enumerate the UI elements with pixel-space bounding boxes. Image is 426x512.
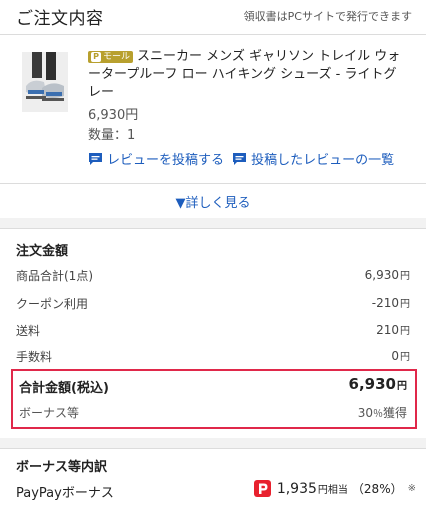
post-review-link[interactable]: レビューを投稿する — [88, 149, 224, 168]
receipt-note: 領収書はPCサイトで発行できます — [243, 10, 412, 23]
section-gap-2 — [0, 438, 426, 448]
shipping-value: 210円 — [376, 323, 410, 337]
total-value: 6,930円 — [348, 375, 407, 393]
paypay-bonus-amount: 1,935 円相当 （28%） ※ — [253, 480, 416, 497]
paypay-percent: （28%） — [351, 482, 403, 496]
paypay-bonus-label: PayPayボーナス — [16, 486, 114, 501]
product-name-block[interactable]: P モール スニーカー メンズ ギャリソン トレイル ウォータープルーフ ロー ハイ… — [88, 48, 408, 102]
mall-badge-label: モール — [103, 52, 131, 62]
product-divider — [0, 183, 426, 184]
page-title: ご注文内容 — [16, 9, 104, 29]
paypay-logo-icon — [253, 480, 271, 497]
order-header: ご注文内容 領収書はPCサイトで発行できます — [0, 0, 426, 34]
product-price: 6,930円 — [88, 108, 139, 123]
total-label: 合計金額(税込) — [19, 381, 109, 396]
mall-badge: P モール — [88, 51, 134, 63]
review-links: レビューを投稿する 投稿したレビューの一覧 — [88, 149, 394, 170]
fee-value: 0円 — [391, 349, 410, 363]
p-mark-icon: P — [91, 52, 101, 62]
post-review-label: レビューを投稿する — [107, 153, 225, 168]
bonus-label: ボーナス等 — [19, 406, 80, 420]
order-amount-heading: 注文金額 — [16, 244, 69, 259]
show-details-toggle[interactable]: ▼詳しく見る — [0, 192, 426, 211]
product-quantity: 数量：1 — [88, 128, 136, 143]
fee-label: 手数料 — [16, 350, 53, 364]
subtotal-label: 商品合計(1点) — [16, 269, 93, 283]
total-highlight-box: 合計金額(税込) 6,930円 ボーナス等 30％獲得 — [11, 369, 417, 429]
paypay-amount: 1,935 — [276, 480, 317, 497]
posted-reviews-label: 投稿したレビューの一覧 — [251, 153, 395, 168]
section-divider-2 — [0, 448, 426, 449]
section-divider — [0, 228, 426, 229]
posted-reviews-link[interactable]: 投稿したレビューの一覧 — [232, 149, 394, 168]
bonus-value: 30％獲得 — [357, 406, 407, 420]
bonus-breakdown-heading: ボーナス等内訳 — [16, 460, 108, 475]
section-gap — [0, 218, 426, 228]
comment-bubble-icon — [233, 152, 247, 165]
subtotal-value: 6,930円 — [364, 268, 410, 282]
paypay-unit: 円相当 — [317, 485, 348, 496]
header-divider — [0, 34, 426, 35]
shipping-label: 送料 — [16, 324, 41, 338]
product-thumbnail[interactable] — [22, 52, 68, 112]
product-name[interactable]: スニーカー メンズ ギャリソン トレイル ウォータープルーフ ロー ハイキング … — [88, 49, 400, 100]
coupon-label: クーポン利用 — [16, 297, 89, 311]
coupon-value: -210円 — [371, 296, 410, 310]
paypay-note-mark: ※ — [407, 483, 416, 494]
comment-bubble-icon — [89, 152, 102, 165]
